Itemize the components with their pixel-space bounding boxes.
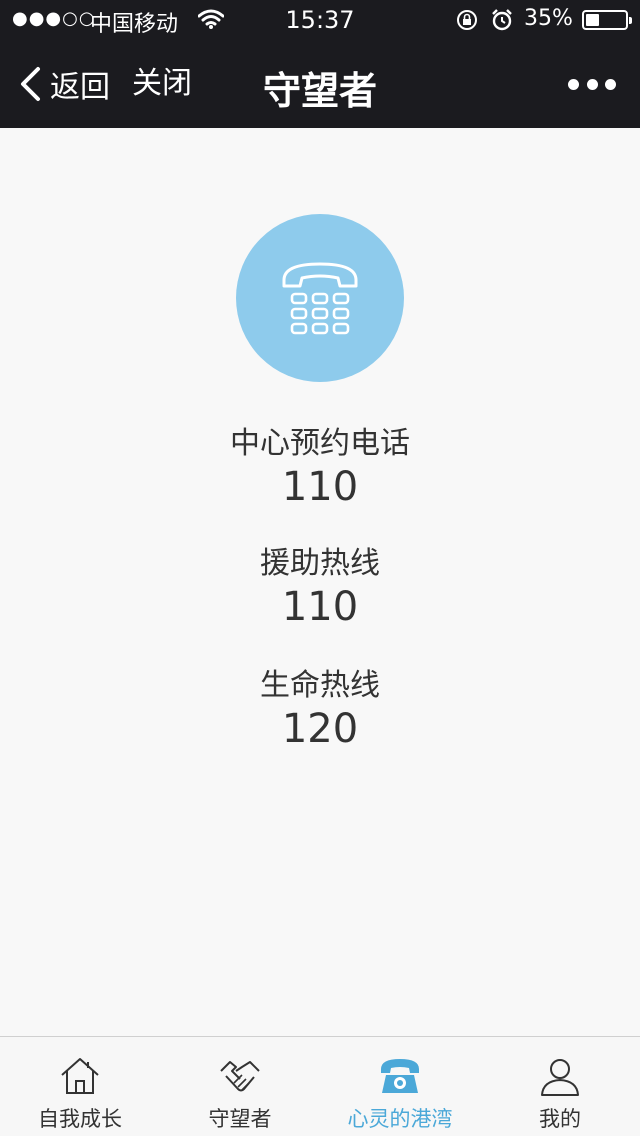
tab-label: 自我成长 [38,1107,122,1131]
battery-icon [582,10,632,30]
rotation-lock-icon [457,10,477,30]
hotline-number[interactable]: 110 [0,584,640,630]
bottom-tab-bar: 自我成长 守望者 心灵的港湾 我的 [0,1036,640,1136]
person-icon [541,1059,579,1096]
hotline-number[interactable]: 110 [0,464,640,510]
more-dot-icon [568,78,579,90]
handshake-icon [220,1061,260,1092]
top-bar: ●●●○○ 中国移动 15:37 35% 返回 关闭 守望者 [0,0,640,128]
battery-percentage: 35% [524,6,573,31]
hotline-label: 生命热线 [260,668,380,703]
hotline-number[interactable]: 120 [0,706,640,752]
nav-bar: 返回 关闭 守望者 [0,40,640,128]
tab-mine[interactable]: 我的 [480,1037,640,1136]
home-icon [61,1058,99,1094]
tab-heart-harbor[interactable]: 心灵的港湾 [320,1037,480,1136]
more-dot-icon [605,78,616,90]
status-bar: ●●●○○ 中国移动 15:37 35% [0,0,640,40]
telephone-badge [236,214,404,382]
telephone-icon [381,1059,419,1093]
hotline-content: 中心预约电话 110 援助热线 110 生命热线 120 [0,128,640,1036]
tab-label: 我的 [539,1107,581,1131]
more-options-button[interactable] [568,74,616,94]
alarm-icon [492,9,512,31]
more-dot-icon [586,78,598,90]
tab-self-growth[interactable]: 自我成长 [0,1037,160,1136]
telephone-icon [282,262,358,335]
tab-label: 心灵的港湾 [347,1107,453,1131]
tab-watcher[interactable]: 守望者 [160,1037,320,1136]
hotline-label: 援助热线 [260,546,380,581]
page-title: 守望者 [262,69,377,113]
battery-level [586,14,600,26]
tab-label: 守望者 [208,1107,272,1131]
hotline-label: 中心预约电话 [230,426,410,461]
